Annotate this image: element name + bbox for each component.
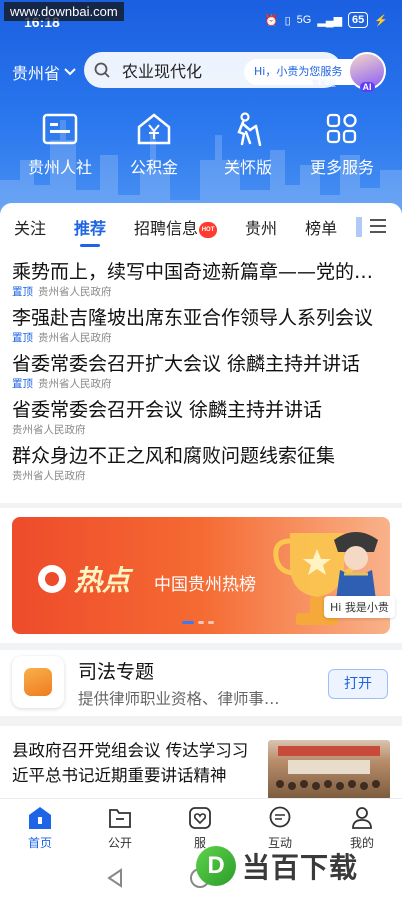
user-icon [352,807,372,829]
quick-service-label: 公积金 [129,158,178,177]
news-title: 省委常委会召开扩大会议 徐麟主持并讲话 [12,353,361,375]
news-item[interactable]: 省委常委会召开扩大会议 徐麟主持并讲话 置顶 贵州省人民政府 [12,351,388,392]
watermark-text: 当百下载 [242,851,359,884]
nav-home[interactable]: 首页 [10,805,70,851]
news-item[interactable]: 李强赴吉隆坡出席东亚合作领导人系列会议 置顶 贵州省人民政府 [12,305,388,346]
network-label: 5G [296,14,312,26]
tab-overflow-indicator [356,217,362,237]
battery-indicator: 65 [348,12,369,28]
quick-service-renshe[interactable]: 贵州人社 [10,112,110,178]
carousel-indicator [182,621,214,624]
search-icon [94,62,110,78]
status-icons: ⏰ ▯ 5G ▂▄▆ 65 ⚡ [265,12,388,28]
news-meta: 贵州省人民政府 [12,469,388,484]
search-input[interactable]: 农业现代化 [122,58,202,82]
signal-icon: ▂▄▆ [317,14,343,27]
service-card[interactable]: 司法专题 提供律师职业资格、律师事… 打开 [0,650,402,716]
id-card-icon [42,113,78,145]
news-source: 贵州省人民政府 [38,378,112,390]
pin-badge: 置顶 [12,286,33,298]
service-title: 司法专题 [78,661,155,683]
nav-label: 公开 [107,836,132,850]
banner-hot-text: 热点 [74,564,131,597]
news-title: 群众身边不正之风和腐败问题线索征集 [12,445,336,467]
pin-badge: 置顶 [12,378,33,390]
news-item[interactable]: 群众身边不正之风和腐败问题线索征集 贵州省人民政府 [12,443,388,484]
chat-icon [269,806,291,828]
open-button[interactable]: 打开 [328,669,388,699]
news-thumbnail [268,740,390,800]
news-meta: 贵州省人民政府 [12,423,388,438]
tab-follow[interactable]: 关注 [14,215,46,239]
elder-icon [237,112,262,146]
home-icon [29,807,51,829]
watermark-logo: D [196,846,236,886]
quick-service-label: 贵州人社 [27,158,92,177]
quick-service-more[interactable]: 更多服务 [292,112,392,178]
nav-interact[interactable]: 互动 [250,805,310,851]
quick-service-gongjijin[interactable]: 公积金 [104,112,204,178]
mascot-figure [334,532,378,600]
news-title: 李强赴吉隆坡出席东亚合作领导人系列会议 [12,307,374,329]
house-yen-icon [137,113,171,145]
nav-mine[interactable]: 我的 [332,805,392,851]
ai-tag: AI [359,82,375,92]
quick-service-label: 关怀版 [223,158,272,177]
news-meta: 置顶 贵州省人民政府 [12,377,388,392]
news-source: 贵州省人民政府 [12,424,86,436]
quick-service-elder[interactable]: 关怀版 [198,112,298,178]
feed-tabs: 关注 推荐 招聘信息 HOT 贵州 榜单 [0,203,402,251]
tab-guizhou[interactable]: 贵州 [245,215,277,239]
alarm-icon: ⏰ [264,14,279,27]
tab-jobs[interactable]: 招聘信息 HOT [134,215,218,239]
news-source: 贵州省人民政府 [38,332,112,344]
vibrate-icon: ▯ [284,14,291,27]
grid-icon [326,113,357,144]
quick-service-label: 更多服务 [309,158,374,177]
folder-icon [109,809,131,828]
news-item[interactable]: 省委常委会召开会议 徐麟主持并讲话 贵州省人民政府 [12,397,388,438]
news-meta: 置顶 贵州省人民政府 [12,331,388,346]
site-watermark: www.downbai.com [4,2,124,21]
service-description: 提供律师职业资格、律师事… [78,690,280,708]
news-meta: 置顶 贵州省人民政府 [12,285,388,300]
chevron-down-icon [64,68,76,76]
tab-jobs-label: 招聘信息 [134,219,199,238]
news-item[interactable]: 乘势而上，续写中国奇迹新篇章——党的… 置顶 贵州省人民政府 [12,259,388,300]
heart-service-icon [189,807,211,829]
hot-logo-icon [38,565,66,593]
hot-badge: HOT [199,221,218,238]
charging-icon: ⚡ [374,14,388,27]
tab-recommend[interactable]: 推荐 [74,215,106,247]
region-label: 贵州省 [12,64,61,83]
news-source: 贵州省人民政府 [12,470,86,482]
news-source: 贵州省人民政府 [38,286,112,298]
region-selector[interactable]: 贵州省 [12,60,76,84]
assistant-tag[interactable]: Hi 我是小贵 [324,596,395,618]
header: 16:18 ⏰ ▯ 5G ▂▄▆ 65 ⚡ 贵州省 农业现代化 Hi，小贵为您服… [0,0,402,220]
ai-service-label: 智能服 [312,79,336,88]
menu-icon[interactable] [370,219,386,233]
pin-badge: 置顶 [12,332,33,344]
nav-service[interactable]: 服 [170,805,230,851]
nav-public[interactable]: 公开 [90,805,150,851]
news-list: 乘势而上，续写中国奇迹新篇章——党的… 置顶 贵州省人民政府 李强赴吉隆坡出席东亚… [0,251,402,484]
tab-ranking[interactable]: 榜单 [305,215,337,239]
news-feed: 关注 推荐 招聘信息 HOT 贵州 榜单 乘势而上，续写中国奇迹新篇章——党的… … [0,203,402,503]
nav-label: 首页 [27,836,52,850]
news-title: 乘势而上，续写中国奇迹新篇章——党的… [12,261,374,283]
download-site-watermark: D 当百下载 [196,846,358,886]
news-item-with-image[interactable]: 县政府召开党组会议 传达学习习近平总书记近期重要讲话精神 [0,726,402,800]
gavel-icon [12,656,64,708]
back-icon[interactable] [106,868,124,888]
ai-assistant-avatar[interactable]: AI [348,52,386,92]
news-title: 县政府召开党组会议 传达学习习近平总书记近期重要讲话精神 [12,741,249,785]
news-title: 省委常委会召开会议 徐麟主持并讲话 [12,399,323,421]
banner-subtitle: 中国贵州热榜 [154,575,256,595]
